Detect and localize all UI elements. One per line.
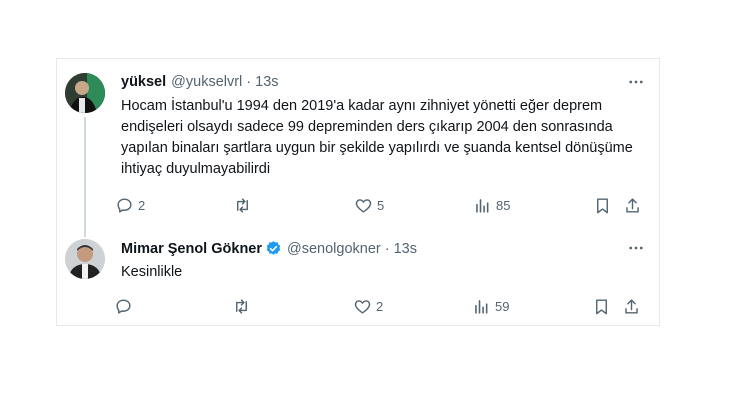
avatar[interactable] (65, 239, 105, 279)
reply-button[interactable] (114, 294, 137, 318)
view-count: 85 (496, 197, 511, 213)
reply-icon (116, 298, 131, 314)
reply-button[interactable]: 2 (115, 193, 145, 217)
separator-dot: · (246, 74, 252, 90)
retweet-button[interactable] (233, 193, 256, 217)
more-options-icon[interactable] (627, 239, 645, 257)
tweet-text: Hocam İstanbul'u 1994 den 2019'a kadar a… (121, 98, 633, 177)
more-options-icon[interactable] (627, 73, 645, 91)
views-chart-icon (475, 299, 488, 314)
tweet-2-actions: 2 59 (114, 294, 654, 318)
user-handle[interactable]: @yukselvrl (171, 74, 242, 90)
bookmark-icon (597, 197, 608, 213)
tweet-1[interactable]: yüksel @yukselvrl · 13s Hocam İstanbul'u… (57, 59, 659, 237)
like-button[interactable]: 5 (354, 193, 384, 217)
views-button[interactable]: 85 (473, 193, 510, 217)
like-count: 5 (377, 197, 385, 213)
share-icon (626, 197, 639, 213)
heart-icon (355, 198, 372, 213)
bookmark-button[interactable] (593, 193, 612, 217)
like-button[interactable]: 2 (353, 294, 383, 318)
share-button[interactable] (622, 294, 641, 318)
bookmark-button[interactable] (592, 294, 611, 318)
avatar[interactable] (65, 73, 105, 113)
views-chart-icon (476, 198, 489, 213)
share-icon (625, 298, 638, 314)
timestamp[interactable]: 13s (255, 74, 278, 90)
views-button[interactable]: 59 (472, 294, 509, 318)
retweet-button[interactable] (232, 294, 255, 318)
heart-icon (354, 299, 371, 314)
reply-count: 2 (138, 197, 146, 213)
retweet-icon (236, 298, 247, 314)
tweet-actions: 2 5 85 (115, 193, 655, 217)
display-name[interactable]: Mimar Şenol Gökner (121, 241, 262, 257)
tweet-text: Kesinlikle (121, 264, 183, 280)
verified-badge-icon[interactable] (265, 240, 282, 257)
bookmark-icon (596, 298, 607, 314)
view-count: 59 (495, 298, 510, 314)
reply-icon (117, 197, 132, 213)
retweet-icon (237, 197, 248, 213)
tweet-header: Mimar Şenol Gökner @senolgokner · 13s (121, 240, 417, 257)
timestamp[interactable]: 13s (394, 241, 417, 257)
separator-dot: · (384, 240, 390, 257)
thread-connector-line (84, 117, 86, 237)
tweet-header: yüksel @yukselvrl · 13s (121, 74, 279, 90)
display-name[interactable]: yüksel (121, 74, 166, 90)
user-handle[interactable]: @senolgokner (287, 241, 381, 257)
like-count: 2 (376, 298, 384, 314)
reply-thread-card: yüksel @yukselvrl · 13s Hocam İstanbul'u… (56, 58, 660, 326)
unused (115, 353, 655, 377)
share-button[interactable] (623, 193, 642, 217)
